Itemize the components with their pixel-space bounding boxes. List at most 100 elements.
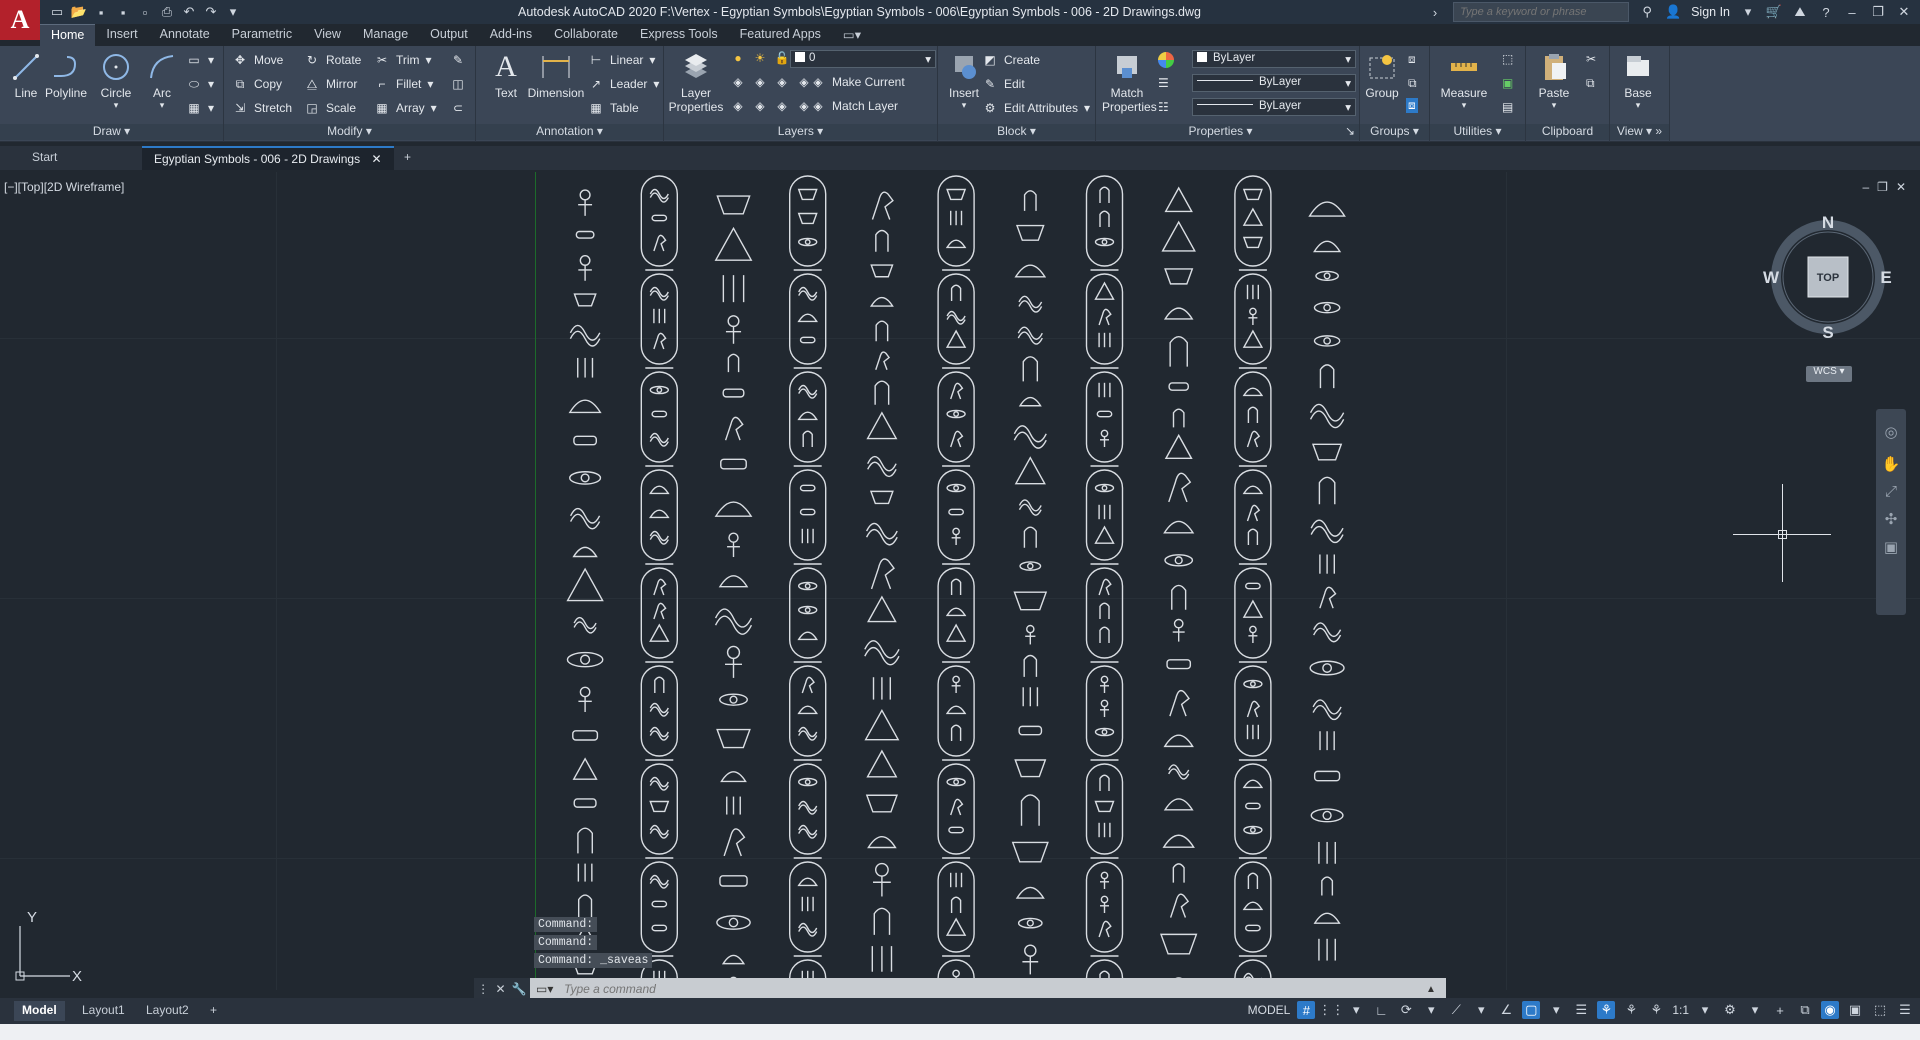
compass-north[interactable]: N	[1822, 214, 1834, 232]
chevron-down-icon[interactable]: ▾	[1347, 1001, 1365, 1019]
tab-collaborate[interactable]: Collaborate	[543, 24, 629, 46]
cart-icon[interactable]: 🛒	[1766, 4, 1782, 20]
model-space-toggle[interactable]: MODEL	[1248, 1003, 1291, 1017]
plot-icon[interactable]: ⎙	[158, 3, 176, 21]
annotation-monitor-icon[interactable]: +	[1771, 1001, 1789, 1019]
match-layer-button[interactable]: ◈ Match Layer	[810, 98, 898, 114]
tab-parametric[interactable]: Parametric	[221, 24, 303, 46]
chevron-down-icon[interactable]: ▾	[1740, 4, 1756, 20]
scale-button[interactable]: ◲ Scale	[304, 100, 356, 116]
table-button[interactable]: ▦ Table	[588, 100, 638, 116]
modify-panel-title[interactable]: Modify ▾	[224, 124, 475, 140]
rotate-button[interactable]: ↻ Rotate	[304, 52, 361, 68]
edit-attributes-button[interactable]: ⚙ Edit Attributes ▾	[982, 100, 1090, 116]
wrench-icon[interactable]: 🔧	[512, 982, 527, 996]
layer-dropdown[interactable]: 0 ▾	[790, 50, 936, 68]
isolate-objects-icon[interactable]: ◉	[1821, 1001, 1839, 1019]
tab-add-ins[interactable]: Add-ins	[479, 24, 543, 46]
tab-layout1[interactable]: Layout1	[74, 1001, 133, 1021]
layer-freeze-icon[interactable]: ◈	[774, 74, 790, 90]
tab-insert[interactable]: Insert	[95, 24, 148, 46]
make-current-button[interactable]: ◈ Make Current	[810, 74, 904, 90]
group-selection-icon[interactable]: ⧈	[1406, 98, 1418, 113]
customize-qat-icon[interactable]: ▾	[224, 3, 242, 21]
dimension-button[interactable]: Dimension	[526, 50, 586, 100]
autodesk-a360-icon[interactable]: ⛰	[1792, 4, 1808, 20]
compass-west[interactable]: W	[1763, 268, 1780, 287]
groups-panel-title[interactable]: Groups ▾	[1360, 124, 1429, 140]
array-button[interactable]: ▦ Array ▾	[374, 100, 436, 116]
add-layout-button[interactable]: +	[202, 1001, 225, 1021]
isodraft-icon[interactable]: ⟋	[1447, 1001, 1465, 1019]
zoom-extents-icon[interactable]: ⤢	[1876, 483, 1906, 500]
leader-button[interactable]: ↗ Leader ▾	[588, 76, 659, 92]
properties-panel-title[interactable]: Properties ▾ ↘	[1096, 124, 1359, 140]
tab-output[interactable]: Output	[419, 24, 479, 46]
close-icon[interactable]: ✕	[1896, 4, 1912, 20]
panel-launcher-icon[interactable]: ↘	[1345, 124, 1355, 138]
lightbulb-icon[interactable]: ●	[730, 50, 746, 66]
text-button[interactable]: A Text	[480, 50, 532, 100]
object-snap-tracking-icon[interactable]: ∠	[1497, 1001, 1515, 1019]
wcs-menu[interactable]: WCS ▾	[1806, 366, 1852, 382]
redo-icon[interactable]: ↷	[202, 3, 220, 21]
sun-icon[interactable]: ☀	[752, 50, 768, 66]
polar-icon[interactable]: ⟳	[1397, 1001, 1415, 1019]
base-button[interactable]: Base ▾	[1614, 50, 1662, 111]
undo-icon[interactable]: ↶	[180, 3, 198, 21]
binoculars-icon[interactable]: ⚲	[1639, 4, 1655, 20]
tab-active-drawing[interactable]: Egyptian Symbols - 006 - 2D Drawings ✕	[142, 146, 394, 170]
erase-button[interactable]: ✎	[450, 52, 466, 68]
calculator-icon[interactable]: ▤	[1502, 100, 1513, 114]
color-wheel-icon[interactable]	[1158, 52, 1174, 68]
search-input[interactable]	[1453, 2, 1630, 22]
fillet-button[interactable]: ⌐ Fillet ▾	[374, 76, 433, 92]
new-file-icon[interactable]: ▭	[48, 3, 66, 21]
create-block-button[interactable]: ◩ Create	[982, 52, 1040, 68]
new-tab-button[interactable]: +	[392, 146, 423, 170]
open-file-icon[interactable]: 📂	[70, 3, 88, 21]
measure-button[interactable]: Measure ▾	[1436, 50, 1492, 111]
snap-icon[interactable]: ⋮⋮	[1318, 1001, 1344, 1019]
tab-view[interactable]: View	[303, 24, 352, 46]
explode-button[interactable]: ◫	[450, 76, 466, 92]
chevron-right-icon[interactable]: »	[1655, 124, 1662, 138]
select-all-icon[interactable]: ▣	[1502, 76, 1513, 90]
quick-select-icon[interactable]: ⬚	[1502, 52, 1513, 66]
orbit-icon[interactable]: ✣	[1876, 510, 1906, 528]
sign-in-link[interactable]: Sign In	[1691, 5, 1730, 19]
hatch-tool[interactable]: ⬭ ▾	[186, 76, 214, 92]
chevron-down-icon[interactable]: ▾	[136, 100, 188, 111]
auto-scale-icon[interactable]: ⚘	[1622, 1001, 1640, 1019]
clipboard-panel-title[interactable]: Clipboard	[1526, 124, 1609, 140]
lineweight-toggle-icon[interactable]: ☰	[1572, 1001, 1590, 1019]
units-icon[interactable]: ⧉	[1796, 1001, 1814, 1019]
layer-off-icon[interactable]: ◈	[730, 74, 746, 90]
pan-hand-icon[interactable]: ✋	[1876, 455, 1906, 473]
stretch-button[interactable]: ⇲ Stretch	[232, 100, 292, 116]
application-menu-button[interactable]: A	[0, 0, 40, 40]
tab-manage[interactable]: Manage	[352, 24, 419, 46]
chevron-down-icon[interactable]: ▾	[942, 100, 986, 111]
close-icon[interactable]: ✕	[1896, 180, 1906, 194]
minimize-icon[interactable]: –	[1862, 180, 1869, 194]
linetype-icon[interactable]: ☰	[1158, 76, 1169, 90]
chevron-down-icon[interactable]: ▾	[1422, 1001, 1440, 1019]
command-recent-icon[interactable]: ▭▾	[536, 982, 553, 996]
linear-button[interactable]: ⊢ Linear ▾	[588, 52, 656, 68]
drag-handle-icon[interactable]: ⋮	[477, 982, 489, 996]
viewcube[interactable]: TOP N S E W	[1762, 214, 1894, 344]
utilities-panel-title[interactable]: Utilities ▾	[1430, 124, 1525, 140]
layer-thaw-icon[interactable]: ◈	[774, 98, 790, 114]
annotation-panel-title[interactable]: Annotation ▾	[476, 124, 663, 140]
insert-button[interactable]: Insert ▾	[942, 50, 986, 111]
clean-screen-icon[interactable]: ⬚	[1871, 1001, 1889, 1019]
compass-south[interactable]: S	[1822, 323, 1833, 342]
annotation-scale-value[interactable]: 1:1	[1672, 1003, 1689, 1017]
offset-button[interactable]: ⊂	[450, 100, 466, 116]
compass-east[interactable]: E	[1880, 268, 1891, 287]
layer-isolate-icon[interactable]: ◈	[752, 74, 768, 90]
chevron-down-icon[interactable]: ▾	[1547, 1001, 1565, 1019]
trim-button[interactable]: ✂ Trim ▾	[374, 52, 432, 68]
mirror-button[interactable]: ⧋ Mirror	[304, 76, 358, 92]
